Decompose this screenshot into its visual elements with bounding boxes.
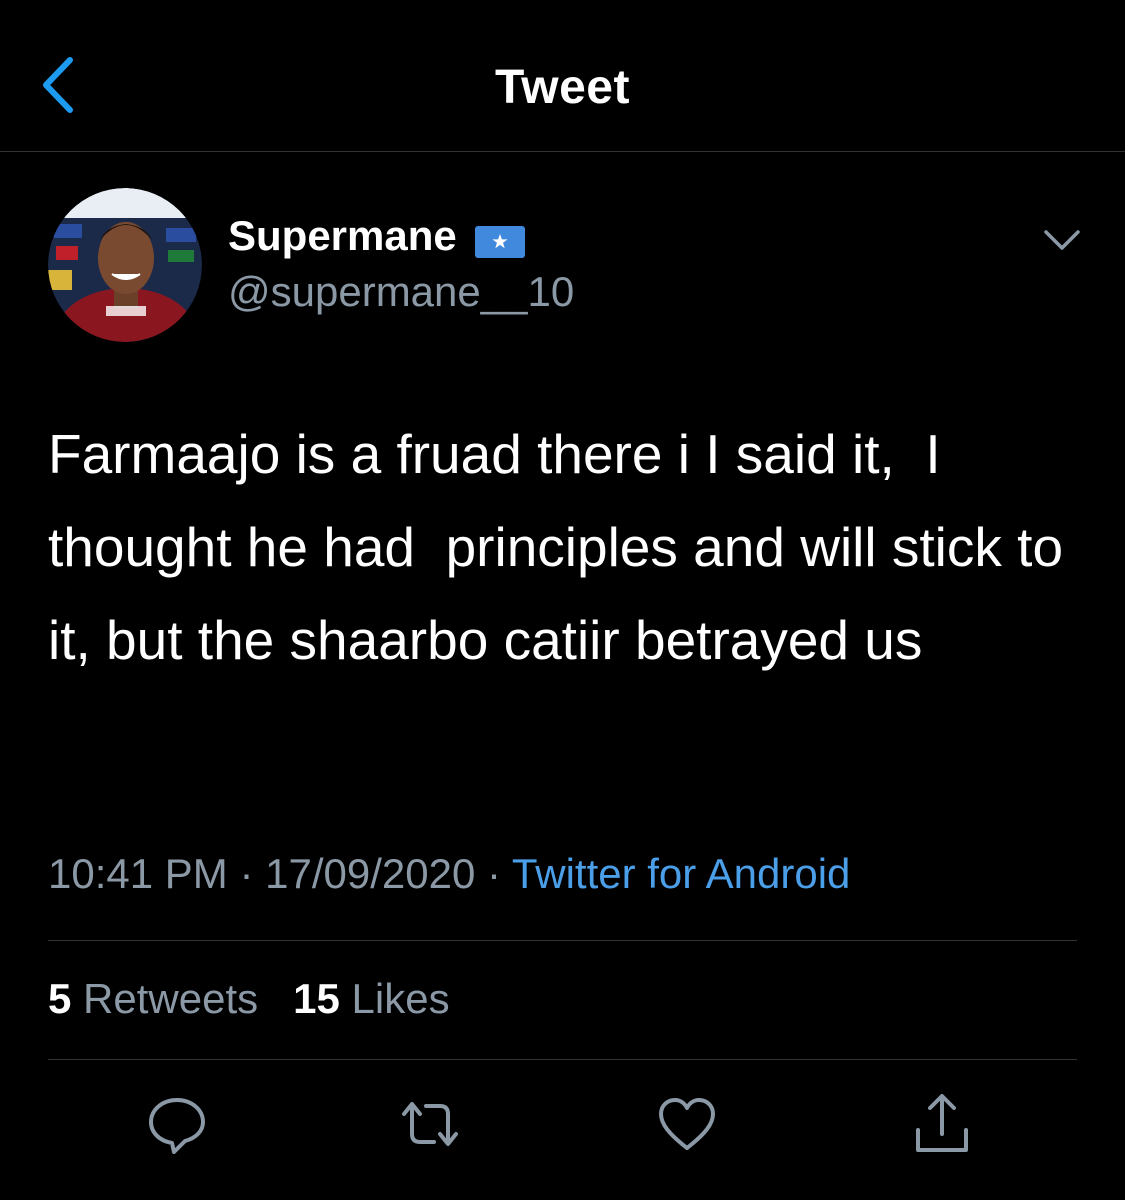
display-name[interactable]: Supermane: [228, 212, 457, 260]
divider: [48, 1059, 1077, 1060]
reply-button[interactable]: [145, 1092, 209, 1156]
tweet-meta: 10:41 PM · 17/09/2020 · Twitter for Andr…: [48, 850, 850, 898]
author-handle[interactable]: @supermane__10: [228, 268, 574, 316]
meta-separator: ·: [227, 850, 266, 897]
tweet-time: 10:41 PM: [48, 850, 228, 897]
retweets-count: 5: [48, 975, 72, 1022]
tweet-text: Farmaajo is a fruad there i I said it, I…: [48, 423, 1079, 671]
retweet-icon: [402, 1102, 458, 1146]
meta-separator: ·: [475, 850, 512, 897]
tweet-menu-button[interactable]: [1040, 222, 1084, 258]
likes-count: 15: [293, 975, 340, 1022]
like-icon: [659, 1098, 715, 1150]
divider: [48, 940, 1077, 941]
retweet-button[interactable]: [398, 1092, 462, 1156]
tweet-source-link[interactable]: Twitter for Android: [512, 850, 850, 897]
author-name-row: Supermane: [228, 212, 525, 260]
share-button[interactable]: [910, 1092, 974, 1156]
page-title: Tweet: [495, 61, 630, 114]
tweet-date: 17/09/2020: [265, 850, 476, 897]
chevron-down-icon: [1044, 230, 1080, 250]
share-icon: [916, 1094, 968, 1152]
somalia-flag-icon: [474, 220, 525, 258]
reply-icon: [149, 1098, 205, 1154]
avatar[interactable]: [48, 188, 202, 342]
like-button[interactable]: [655, 1092, 719, 1156]
navigation-bar: Tweet: [0, 0, 1125, 152]
retweets-label: Retweets: [83, 975, 259, 1022]
likes-stat[interactable]: 15 Likes: [293, 975, 449, 1022]
likes-label: Likes: [351, 975, 450, 1022]
tweet-stats: 5 Retweets 15 Likes: [48, 975, 450, 1023]
retweets-stat[interactable]: 5 Retweets: [48, 975, 258, 1022]
